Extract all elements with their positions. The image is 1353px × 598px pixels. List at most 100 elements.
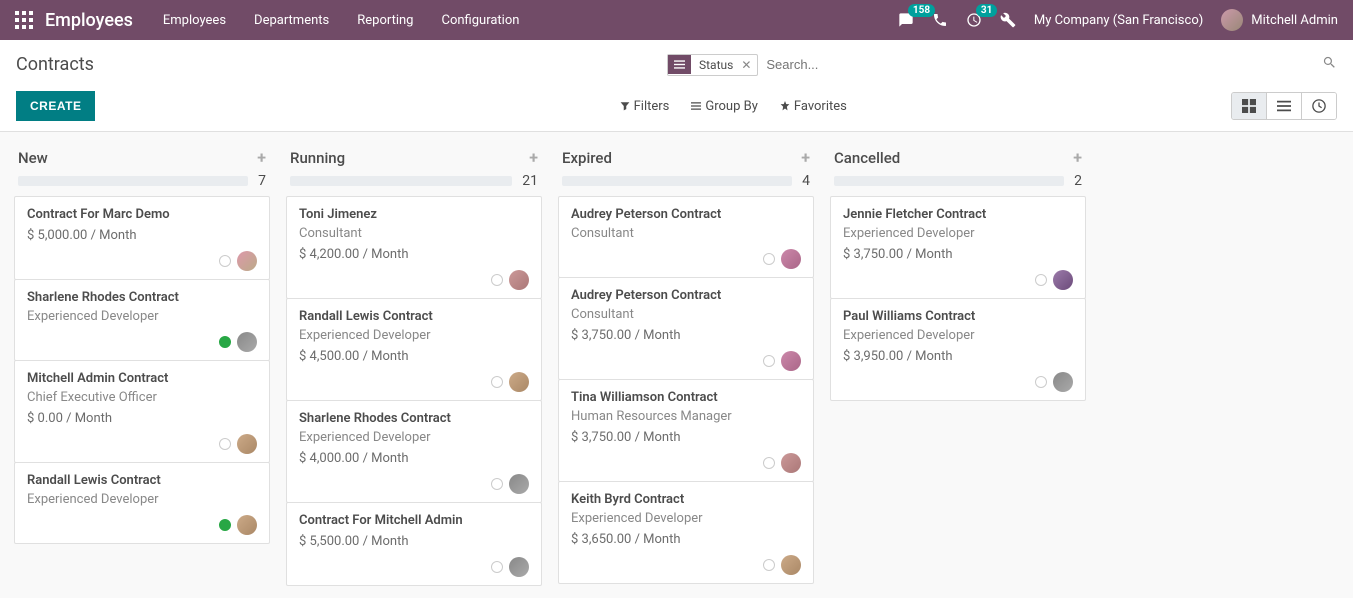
apps-icon[interactable] [15, 11, 33, 29]
view-switcher [1231, 92, 1337, 120]
status-dot[interactable] [491, 561, 503, 573]
card-avatar[interactable] [509, 372, 529, 392]
column-add-button[interactable]: + [257, 148, 266, 167]
kanban-card[interactable]: Keith Byrd ContractExperienced Developer… [558, 481, 814, 584]
column-title[interactable]: Running [290, 149, 529, 167]
kanban-card[interactable]: Contract For Mitchell Admin$ 5,500.00 / … [286, 502, 542, 586]
card-footer [27, 434, 257, 454]
card-avatar[interactable] [781, 351, 801, 371]
status-dot[interactable] [1035, 274, 1047, 286]
create-button[interactable]: CREATE [16, 91, 95, 121]
status-dot[interactable] [491, 478, 503, 490]
column-progress-bar[interactable] [290, 176, 512, 186]
column-progress-bar[interactable] [18, 176, 248, 186]
kanban-card[interactable]: Contract For Marc Demo$ 5,000.00 / Month [14, 196, 270, 280]
card-avatar[interactable] [237, 251, 257, 271]
groupby-dropdown[interactable]: Group By [691, 99, 758, 114]
company-selector[interactable]: My Company (San Francisco) [1034, 13, 1203, 28]
card-avatar[interactable] [237, 515, 257, 535]
kanban-view-button[interactable] [1232, 93, 1266, 119]
status-dot[interactable] [219, 255, 231, 267]
card-footer [571, 453, 801, 473]
column-add-button[interactable]: + [801, 148, 810, 167]
card-footer [843, 372, 1073, 392]
status-dot[interactable] [491, 376, 503, 388]
kanban-card[interactable]: Sharlene Rhodes ContractExperienced Deve… [286, 400, 542, 503]
kanban-card[interactable]: Mitchell Admin ContractChief Executive O… [14, 360, 270, 463]
card-avatar[interactable] [509, 270, 529, 290]
kanban-card[interactable]: Toni JimenezConsultant$ 4,200.00 / Month [286, 196, 542, 299]
avatar [1221, 9, 1243, 31]
card-avatar[interactable] [1053, 270, 1073, 290]
column-title[interactable]: Cancelled [834, 149, 1073, 167]
status-dot[interactable] [763, 559, 775, 571]
nav-employees[interactable]: Employees [163, 13, 226, 28]
search-input[interactable] [758, 52, 1322, 77]
status-dot[interactable] [1035, 376, 1047, 388]
kanban-column-header: Running+ [286, 142, 542, 171]
card-avatar[interactable] [1053, 372, 1073, 392]
kanban-card[interactable]: Audrey Peterson ContractConsultant [558, 196, 814, 278]
kanban-column: Cancelled+2Jennie Fletcher ContractExper… [822, 142, 1094, 401]
status-dot[interactable] [219, 336, 231, 348]
card-avatar[interactable] [509, 474, 529, 494]
column-title[interactable]: New [18, 149, 257, 167]
card-title: Sharlene Rhodes Contract [27, 290, 257, 305]
column-add-button[interactable]: + [1073, 148, 1082, 167]
status-dot[interactable] [763, 253, 775, 265]
list-view-button[interactable] [1266, 93, 1301, 119]
page-title: Contracts [16, 54, 94, 75]
kanban-column-header: Expired+ [558, 142, 814, 171]
column-progress-bar[interactable] [834, 176, 1064, 186]
kanban-card[interactable]: Jennie Fletcher ContractExperienced Deve… [830, 196, 1086, 299]
status-dot[interactable] [219, 438, 231, 450]
column-count: 2 [1074, 173, 1082, 189]
card-avatar[interactable] [781, 249, 801, 269]
column-progress-bar[interactable] [562, 176, 792, 186]
card-avatar[interactable] [781, 555, 801, 575]
search-icon[interactable] [1322, 55, 1337, 74]
search-options: Filters Group By Favorites [480, 99, 847, 114]
card-avatar[interactable] [509, 557, 529, 577]
card-title: Paul Williams Contract [843, 309, 1073, 324]
column-count: 4 [802, 173, 810, 189]
kanban-column-header: Cancelled+ [830, 142, 1086, 171]
status-dot[interactable] [491, 274, 503, 286]
nav-configuration[interactable]: Configuration [441, 13, 519, 28]
column-title[interactable]: Expired [562, 149, 801, 167]
kanban-card[interactable]: Randall Lewis ContractExperienced Develo… [286, 298, 542, 401]
status-dot[interactable] [763, 457, 775, 469]
card-footer [571, 249, 801, 269]
kanban-card[interactable]: Tina Williamson ContractHuman Resources … [558, 379, 814, 482]
card-footer [843, 270, 1073, 290]
kanban-card[interactable]: Paul Williams ContractExperienced Develo… [830, 298, 1086, 401]
activity-view-button[interactable] [1301, 93, 1336, 119]
status-dot[interactable] [219, 519, 231, 531]
card-avatar[interactable] [237, 434, 257, 454]
card-footer [299, 557, 529, 577]
status-dot[interactable] [763, 355, 775, 367]
card-avatar[interactable] [237, 332, 257, 352]
card-title: Audrey Peterson Contract [571, 207, 801, 222]
column-progress-row: 4 [558, 171, 814, 197]
user-menu[interactable]: Mitchell Admin [1221, 9, 1338, 31]
activity-badge: 31 [976, 4, 997, 17]
card-title: Jennie Fletcher Contract [843, 207, 1073, 222]
card-title: Contract For Mitchell Admin [299, 513, 529, 528]
nav-reporting[interactable]: Reporting [357, 13, 413, 28]
phone-icon[interactable] [932, 12, 948, 28]
card-wage: $ 5,000.00 / Month [27, 228, 257, 243]
facet-remove[interactable]: ✕ [741, 55, 757, 75]
favorites-dropdown[interactable]: Favorites [780, 99, 847, 114]
kanban-card[interactable]: Sharlene Rhodes ContractExperienced Deve… [14, 279, 270, 361]
column-add-button[interactable]: + [529, 148, 538, 167]
filters-dropdown[interactable]: Filters [620, 99, 670, 114]
card-avatar[interactable] [781, 453, 801, 473]
settings-icon[interactable] [1000, 12, 1016, 28]
kanban-card[interactable]: Randall Lewis ContractExperienced Develo… [14, 462, 270, 544]
kanban-card[interactable]: Audrey Peterson ContractConsultant$ 3,75… [558, 277, 814, 380]
nav-departments[interactable]: Departments [254, 13, 329, 28]
app-brand[interactable]: Employees [45, 10, 133, 31]
activity-icon[interactable]: 31 [966, 12, 982, 28]
messages-icon[interactable]: 158 [898, 12, 914, 28]
